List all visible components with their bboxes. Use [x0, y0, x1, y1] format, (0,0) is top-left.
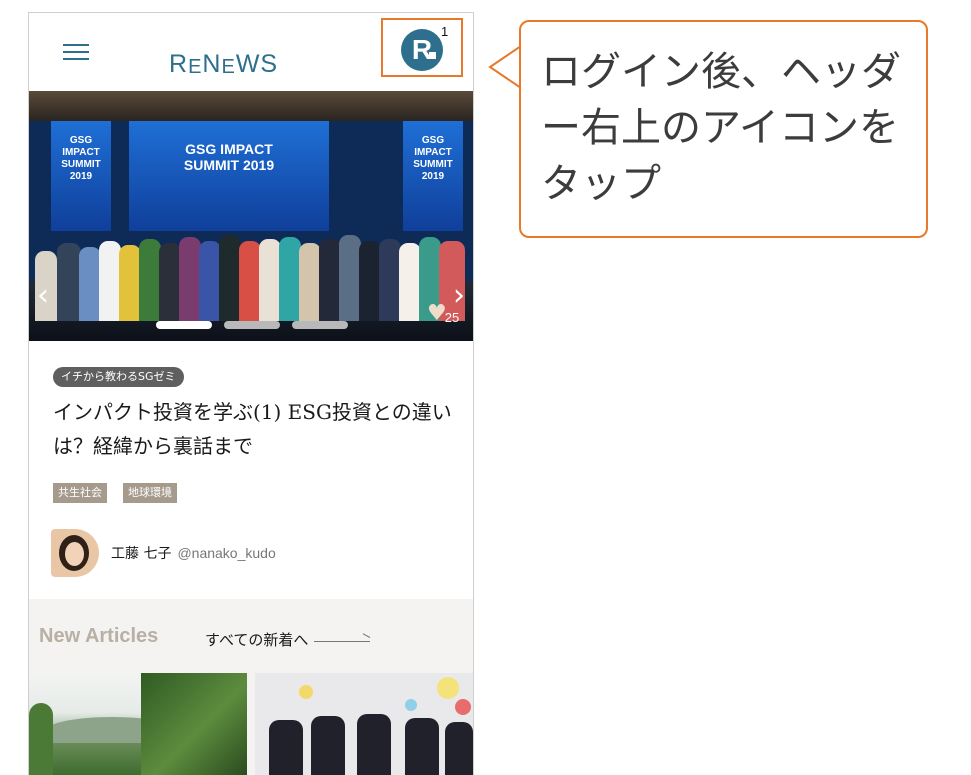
- category-badge[interactable]: イチから教わるSGゼミ: [53, 367, 184, 387]
- avatar-mark: [429, 52, 436, 59]
- author-avatar: [51, 529, 99, 577]
- arrow-right-icon: [314, 641, 371, 642]
- article-thumbnail[interactable]: [29, 673, 247, 775]
- logo-letter: E: [221, 56, 236, 78]
- renews-logo[interactable]: R E N E WS: [169, 47, 278, 77]
- article-tags: 共生社会 地球環境: [53, 483, 177, 503]
- hero-crowd-photo: [29, 211, 473, 321]
- article-title[interactable]: インパクト投資を学ぶ(1) ESG投資との違いは？経緯から裏話まで: [53, 395, 453, 463]
- carousel-dot[interactable]: [156, 321, 212, 329]
- logo-letter: R: [169, 50, 189, 78]
- instruction-text: ログイン後、ヘッダー右上のアイコンをタップ: [541, 49, 901, 207]
- carousel-dot[interactable]: [224, 321, 280, 329]
- author-handle: @nanako_kudo: [177, 545, 276, 561]
- hamburger-menu-icon[interactable]: [63, 44, 89, 62]
- app-header: R E N E WS R 1: [29, 13, 473, 91]
- carousel-dots: [156, 321, 348, 329]
- author-row[interactable]: 工藤 七子 @nanako_kudo: [51, 529, 276, 577]
- likes-count: 25: [444, 310, 460, 325]
- hero-ceiling: [29, 91, 473, 121]
- see-all-label: すべての新着へ: [205, 631, 309, 649]
- like-counter[interactable]: ♥ 25: [427, 303, 459, 325]
- hero-carousel[interactable]: GSG IMPACT SUMMIT 2019 GSG IMPACT SUMMIT…: [29, 91, 473, 341]
- instruction-callout: ログイン後、ヘッダー右上のアイコンをタップ: [519, 20, 928, 238]
- carousel-prev-chevron-icon[interactable]: ‹: [37, 281, 49, 311]
- logo-letter: E: [188, 56, 203, 78]
- notification-badge: 1: [441, 24, 449, 39]
- avatar-highlight-box: R 1: [381, 18, 463, 77]
- hero-screen-text: GSG IMPACT SUMMIT 2019: [183, 141, 275, 173]
- carousel-dot[interactable]: [292, 321, 348, 329]
- user-avatar-icon[interactable]: R: [401, 29, 443, 71]
- phone-frame: R E N E WS R 1 GSG IMPACT SUMMIT 2019 GSG IM…: [28, 12, 474, 775]
- hero-screen-text: GSG IMPACT SUMMIT 2019: [61, 135, 101, 182]
- author-name: 工藤 七子: [111, 546, 172, 562]
- hero-screen-text: GSG IMPACT SUMMIT 2019: [413, 135, 453, 182]
- avatar-letter: R: [411, 34, 433, 65]
- logo-letter: N: [202, 50, 222, 78]
- callout-pointer: [488, 45, 522, 89]
- tag-chikyu-kankyo[interactable]: 地球環境: [123, 483, 177, 503]
- tag-kyosei-shakai[interactable]: 共生社会: [53, 483, 107, 503]
- logo-letter: WS: [235, 50, 279, 78]
- article-thumbnail[interactable]: [255, 673, 473, 775]
- new-articles-heading: New Articles: [39, 625, 159, 647]
- see-all-new-link[interactable]: すべての新着へ: [205, 629, 371, 650]
